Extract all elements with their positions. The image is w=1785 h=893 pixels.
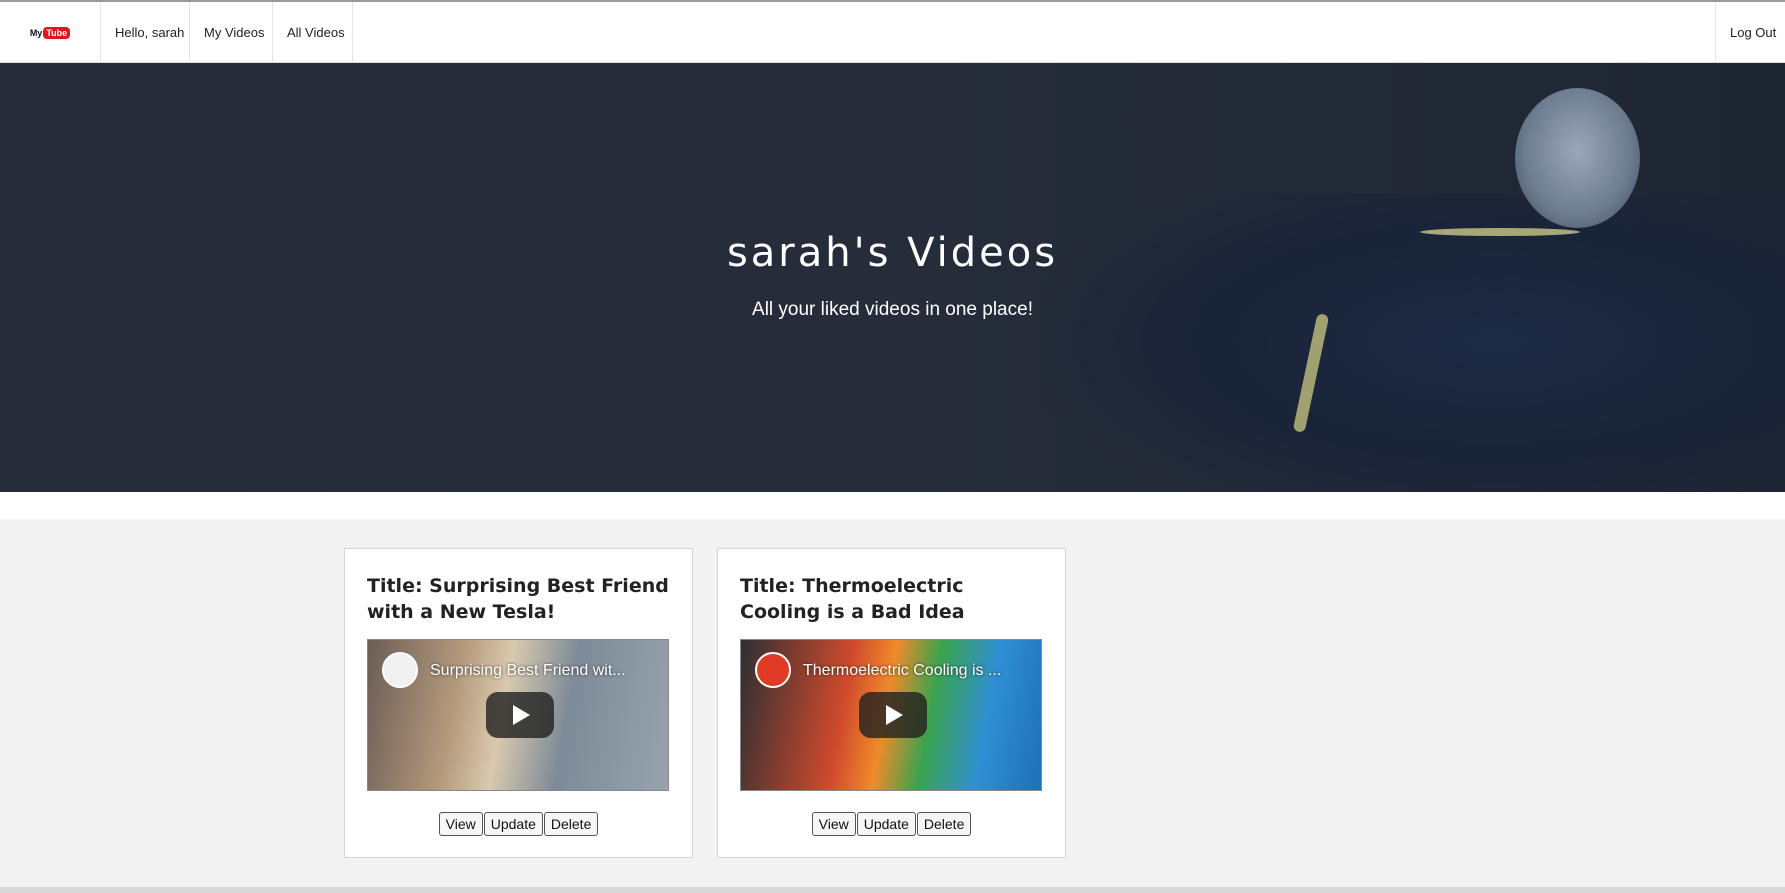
channel-avatar — [382, 652, 418, 688]
hero-background-shape — [1515, 88, 1640, 228]
play-icon[interactable] — [859, 692, 927, 738]
card-actions: View Update Delete — [345, 812, 692, 836]
nav-greeting[interactable]: Hello, sarah — [101, 2, 190, 63]
section-spacer — [0, 492, 1785, 519]
brand-tube: Tube — [43, 26, 71, 39]
video-title: Title: Thermoelectric Cooling is a Bad I… — [740, 575, 965, 623]
play-icon[interactable] — [486, 692, 554, 738]
nav-my-videos[interactable]: My Videos — [190, 2, 273, 63]
delete-button[interactable]: Delete — [543, 812, 599, 836]
card-actions: View Update Delete — [718, 812, 1065, 836]
video-embed[interactable]: Thermoelectric Cooling is ... — [740, 639, 1042, 791]
update-button[interactable]: Update — [856, 812, 916, 836]
update-button[interactable]: Update — [483, 812, 543, 836]
video-card: Title: Surprising Best Friend with a New… — [344, 548, 693, 858]
video-embed[interactable]: Surprising Best Friend wit... — [367, 639, 669, 791]
embed-title: Thermoelectric Cooling is ... — [803, 662, 1002, 679]
hero-banner: sarah's Videos All your liked videos in … — [0, 63, 1785, 492]
hero-title: sarah's Videos — [726, 230, 1059, 276]
view-button[interactable]: View — [811, 812, 856, 836]
nav-logout[interactable]: Log Out — [1715, 2, 1785, 63]
view-button[interactable]: View — [438, 812, 483, 836]
channel-avatar — [755, 652, 791, 688]
video-card: Title: Thermoelectric Cooling is a Bad I… — [717, 548, 1066, 858]
delete-button[interactable]: Delete — [916, 812, 972, 836]
footer-border — [0, 887, 1785, 893]
navbar: My Tube Hello, sarah My Videos All Video… — [0, 2, 1785, 63]
brand-my: My — [29, 27, 43, 38]
nav-all-videos[interactable]: All Videos — [273, 2, 353, 63]
hero-subtitle: All your liked videos in one place! — [752, 299, 1033, 320]
brand-logo[interactable]: My Tube — [0, 2, 101, 63]
embed-title: Surprising Best Friend wit... — [430, 662, 626, 679]
video-title: Title: Surprising Best Friend with a New… — [367, 575, 669, 623]
